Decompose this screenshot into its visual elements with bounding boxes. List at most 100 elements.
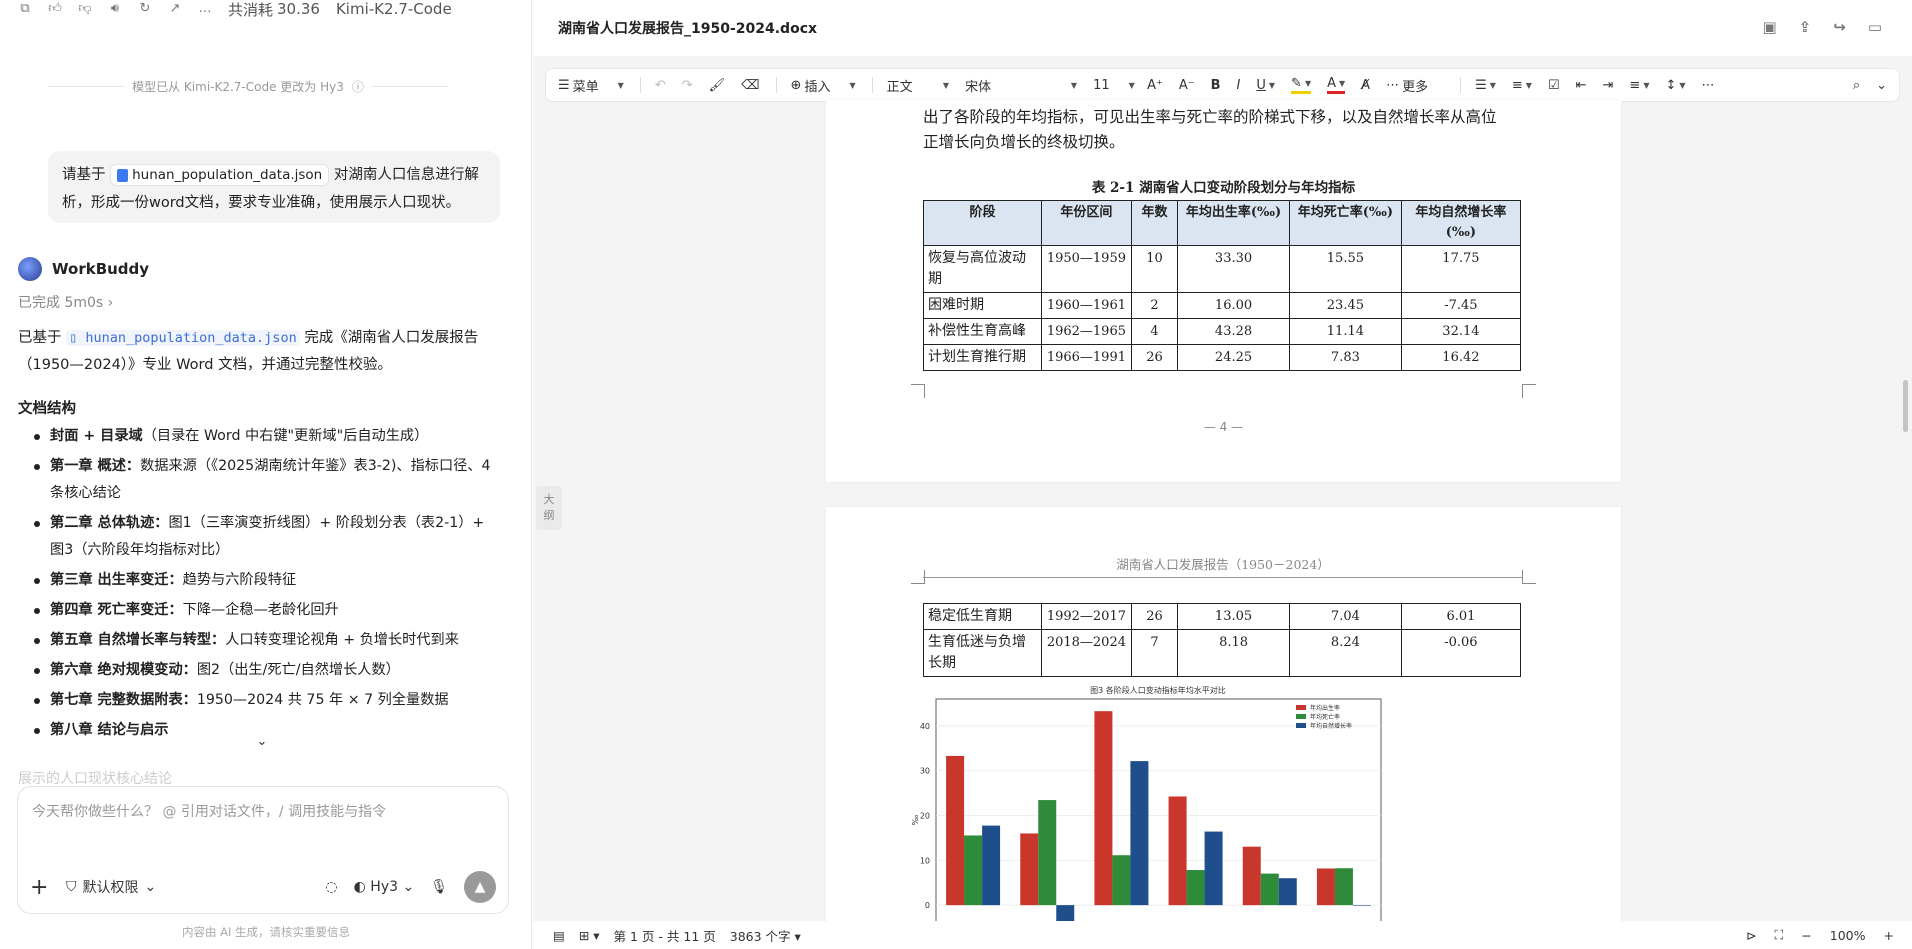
align-icon[interactable]: ≡ ▼	[1629, 78, 1649, 93]
add-icon[interactable]: +	[30, 875, 52, 900]
table-cell: 17.75	[1400, 245, 1522, 293]
font-select[interactable]: 宋体 ▼	[965, 76, 1077, 95]
y-tick-label: 0	[925, 901, 930, 910]
undo-icon[interactable]: ↶	[655, 78, 666, 93]
structure-item-desc: 下降—企稳—老龄化回升	[182, 602, 339, 618]
underline-icon[interactable]: U ▼	[1256, 78, 1275, 93]
faded-text: 展示的人口现状核心结论	[18, 771, 172, 787]
share-icon[interactable]: ↗	[168, 2, 182, 16]
highlight-icon[interactable]: ✎ ▼	[1291, 76, 1312, 94]
structure-item-title: 第一章 概述：	[50, 458, 141, 474]
status-text: 已完成 5m0s	[18, 295, 104, 311]
table-cell: 13.05	[1177, 603, 1290, 630]
bold-icon[interactable]: B	[1211, 78, 1221, 93]
page-corner-mark	[911, 384, 925, 398]
table-cell: 26	[1130, 603, 1179, 630]
line-spacing-icon[interactable]: ↕ ▼	[1665, 78, 1685, 93]
style-select[interactable]: 正文 ▼	[887, 76, 949, 95]
font-size-label: 11	[1093, 77, 1110, 93]
indent-icon[interactable]: ⇥	[1603, 78, 1614, 93]
table-header-row: 阶段 年份区间 年数 年均出生率(‰) 年均死亡率(‰) 年均自然增长率(‰)	[923, 200, 1522, 246]
file-chip[interactable]: hunan_population_data.json	[110, 164, 330, 186]
table-cell: 1992—2017	[1040, 603, 1132, 630]
page-corner-mark	[1522, 570, 1536, 584]
italic-icon[interactable]: I	[1237, 78, 1241, 93]
file-link[interactable]: ▯ hunan_population_data.json	[66, 330, 300, 346]
model-selector[interactable]: ◐ Hy3 ⌄	[354, 879, 415, 895]
chevron-down-icon[interactable]: ⌄	[252, 732, 272, 752]
bar	[1204, 831, 1223, 906]
send-button[interactable]: ▲	[464, 871, 496, 903]
table-cell: 稳定低生育期	[923, 603, 1042, 630]
clear-format-icon[interactable]: A̸	[1361, 78, 1370, 93]
refresh-icon[interactable]: ↻	[138, 2, 152, 16]
structure-item-title: 第五章 自然增长率与转型：	[50, 632, 226, 648]
save-icon[interactable]: ▣	[1762, 18, 1776, 36]
page-view-icon[interactable]: ▤	[553, 928, 565, 943]
search-icon[interactable]: ⌕	[1853, 78, 1860, 93]
task-status[interactable]: 已完成 5m0s ›	[18, 292, 113, 312]
structure-item: 封面 + 目录域（目录在 Word 中右键"更新域"后自动生成）	[30, 423, 500, 450]
permission-selector[interactable]: ⛉ 默认权限 ⌄	[66, 877, 156, 897]
overflow-icon[interactable]: ⋯	[1702, 78, 1715, 93]
font-size-select[interactable]: 11 ▼	[1093, 77, 1135, 93]
scrollbar[interactable]	[1903, 380, 1908, 432]
numbered-list-icon[interactable]: ≡ ▼	[1512, 78, 1532, 93]
folder-icon[interactable]: ▭	[1868, 18, 1882, 36]
table-cell: 8.18	[1177, 629, 1290, 677]
thumbs-down-icon[interactable]: 👎︎	[78, 2, 92, 16]
structure-item-title: 第七章 完整数据附表：	[50, 692, 197, 708]
chat-input[interactable]: 今天帮你做些什么？ @ 引用对话文件，/ 调用技能与指令 + ⛉ 默认权限 ⌄ ◌ …	[17, 786, 509, 914]
status-bar: ▤ ⊞ ▾ 第 1 页 - 共 11 页 3863 个字 ▾ ⊳ ⛶ − 100…	[533, 921, 1912, 949]
zoom-out-button[interactable]: −	[1801, 928, 1811, 943]
outline-tab[interactable]: 大纲	[536, 486, 562, 530]
more-icon[interactable]: …	[198, 2, 212, 16]
chevron-down-icon[interactable]: ⌄	[1876, 78, 1887, 93]
font-grow-icon[interactable]: A⁺	[1147, 78, 1163, 93]
insert-button[interactable]: ⊕ 插入 ▼	[791, 76, 856, 95]
outdent-icon[interactable]: ⇤	[1576, 78, 1587, 93]
upload-icon[interactable]: ⇪	[1799, 18, 1812, 36]
thumbs-up-icon[interactable]: 👍︎	[48, 2, 62, 16]
zoom-in-button[interactable]: +	[1884, 928, 1894, 943]
copy-icon[interactable]: ⧉	[18, 2, 32, 16]
structure-item: 第六章 绝对规模变动：图2（出生/死亡/自然增长人数）	[30, 657, 500, 684]
divider	[371, 85, 448, 87]
chat-panel: ⧉ 👍︎ 👎︎ 🔊︎ ↻ ↗ … 共消耗 30.36 Kimi-K2.7-Cod…	[0, 0, 532, 949]
more-button[interactable]: ⋯ 更多	[1386, 76, 1444, 95]
table-cell: 7	[1130, 629, 1179, 677]
chevron-right-icon: ›	[107, 295, 114, 311]
structure-item-desc: 人口转变理论视角 + 负增长时代到来	[225, 632, 459, 648]
font-shrink-icon[interactable]: A⁻	[1179, 78, 1195, 93]
menu-button[interactable]: ☰ 菜单 ▼	[558, 76, 624, 95]
share-icon[interactable]: ↪	[1833, 18, 1846, 36]
structure-list: 封面 + 目录域（目录在 Word 中右键"更新域"后自动生成） 第一章 概述：数…	[30, 423, 500, 747]
table-header-cell: 年均出生率(‰)	[1177, 200, 1290, 246]
bullet-list-icon[interactable]: ☰ ▼	[1475, 78, 1496, 93]
table-cell: 生育低迷与负增长期	[923, 629, 1042, 677]
eraser-icon[interactable]: ⌫	[741, 78, 759, 93]
redo-icon[interactable]: ↷	[682, 78, 693, 93]
microphone-icon[interactable]: 🎙︎	[430, 879, 448, 895]
table-cell: 1950—1959	[1040, 245, 1132, 293]
menu-label: 菜单	[572, 79, 599, 95]
table-cell: 26	[1130, 344, 1179, 371]
table-row: 恢复与高位波动期 1950—1959 10 33.30 15.55 17.75	[923, 245, 1522, 293]
speaker-icon[interactable]: 🔊︎	[108, 2, 122, 16]
table-cell: 43.28	[1177, 318, 1290, 345]
fullscreen-icon[interactable]: ⛶	[1775, 927, 1784, 943]
layout-icon[interactable]: ⊞ ▾	[579, 928, 600, 943]
font-color-icon[interactable]: A ▼	[1327, 76, 1346, 94]
file-chip-label: hunan_population_data.json	[132, 167, 323, 183]
format-painter-icon[interactable]: 🖌︎	[709, 78, 726, 93]
structure-item-title: 第八章 结论与启示	[50, 722, 169, 738]
page-corner-mark	[911, 570, 925, 584]
checklist-icon[interactable]: ☑	[1548, 78, 1560, 93]
table-row: 补偿性生育高峰 1962—1965 4 43.28 11.14 32.14	[923, 318, 1522, 345]
play-icon[interactable]: ⊳	[1746, 928, 1756, 943]
word-count[interactable]: 3863 个字 ▾	[730, 926, 801, 945]
table-cell: 4	[1130, 318, 1179, 345]
assistant-name: WorkBuddy	[52, 260, 150, 278]
page-header: 湖南省人口发展报告（1950－2024）	[923, 554, 1523, 578]
table-cell: 困难时期	[923, 292, 1042, 319]
